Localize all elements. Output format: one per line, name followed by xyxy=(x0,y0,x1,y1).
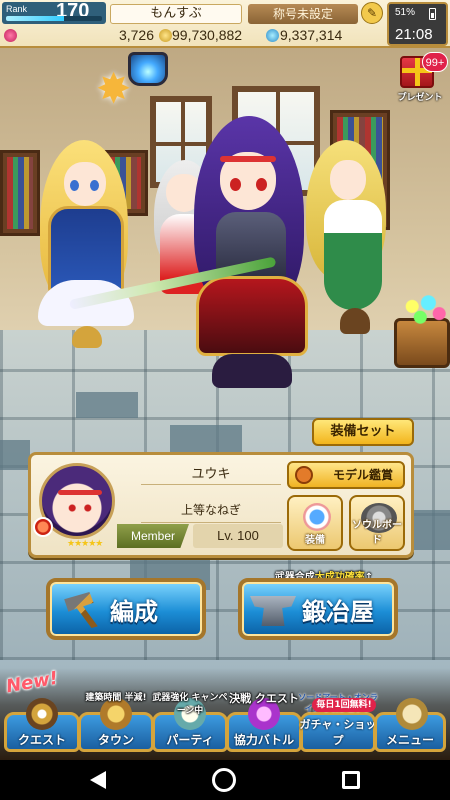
smithy-button[interactable]: 鍛冶屋 xyxy=(238,578,398,640)
system-nav-bar xyxy=(0,760,450,800)
rank-label: Rank xyxy=(6,4,28,14)
weapons-icon xyxy=(64,592,98,628)
equip-button[interactable]: 装備 xyxy=(287,495,343,551)
rank-exp-bar xyxy=(6,16,102,21)
nav-quest-label: クエスト xyxy=(17,733,66,747)
nav-coop-label: 協力バトル xyxy=(233,733,295,747)
rank-exp-fill xyxy=(6,16,64,21)
portrait-eyes xyxy=(67,504,93,512)
eye xyxy=(256,178,267,191)
smithy-label: 鍛冶屋 xyxy=(302,598,374,626)
model-view-button[interactable]: モデル鑑賞 xyxy=(287,461,405,489)
eye xyxy=(90,180,99,191)
nav-coop-battle[interactable]: 決戦 クエスト 協力バトル xyxy=(222,690,306,756)
nav-party[interactable]: 武器強化 キャンペーン中 パーティ xyxy=(148,690,232,756)
member-tag: Member xyxy=(117,524,189,548)
character-level: Lv. 100 xyxy=(193,524,283,548)
present-button[interactable]: 99+ プレゼント xyxy=(392,52,448,104)
character-name: ユウキ xyxy=(191,467,231,482)
back-icon[interactable] xyxy=(90,771,106,789)
party-campaign-tag: 武器強化 キャンペーン中 xyxy=(152,693,228,716)
quest-sword-icon xyxy=(26,698,58,730)
soulboard-label: ソウルボード xyxy=(352,520,402,546)
dress xyxy=(324,200,382,310)
player-title[interactable]: 称号未設定 xyxy=(248,4,358,24)
character-yuuki[interactable] xyxy=(176,116,326,398)
rarity-stars: ★★★★★ xyxy=(67,539,103,549)
boots xyxy=(340,308,370,334)
battery-icon xyxy=(429,8,436,20)
model-icon xyxy=(295,466,313,484)
coin-count: 99,730,882 xyxy=(172,27,243,43)
crystal-count: 9,337,314 xyxy=(280,27,343,43)
floor-tile xyxy=(170,425,242,455)
gem-icon xyxy=(4,29,17,42)
portrait-headband xyxy=(58,490,102,495)
character-title: 上等なねぎ xyxy=(180,503,241,517)
element-fire-icon xyxy=(33,517,53,537)
soulboard-button[interactable]: ソウルボード xyxy=(349,495,405,551)
daily-free-badge: 毎日1回無料! xyxy=(312,698,376,712)
star-ornament-icon: ✸ xyxy=(96,64,132,113)
eye xyxy=(230,178,241,191)
divider xyxy=(141,484,281,485)
floor-tile xyxy=(0,440,30,470)
recent-apps-icon[interactable] xyxy=(342,771,360,789)
floor-tile xyxy=(76,392,138,418)
nav-menu-label: メニュー xyxy=(385,733,434,747)
formation-button[interactable]: 編成 xyxy=(46,578,206,640)
currency-row: 3,726 99,730,882 9,337,314 xyxy=(2,26,385,45)
menu-scroll-icon xyxy=(396,698,428,730)
boots xyxy=(72,326,102,348)
character-alice[interactable] xyxy=(28,140,148,360)
home-icon[interactable] xyxy=(212,768,236,792)
face xyxy=(330,160,366,200)
formation-label: 編成 xyxy=(110,598,158,626)
character-panel: ★★★★★ ユウキ 上等なねぎ Member Lv. 100 モデル鑑賞 装備 … xyxy=(28,452,414,558)
crystal-icon xyxy=(266,29,279,42)
coin-icon xyxy=(159,29,172,42)
device-status: 51% 21:08 xyxy=(387,2,448,46)
gems-pile-icon xyxy=(396,292,450,328)
model-view-label: モデル鑑賞 xyxy=(332,468,393,482)
bottom-nav: クエスト 建築時間 半減! タウン 武器強化 キャンペーン中 パーティ 決戦 ク… xyxy=(0,668,450,760)
rank-box[interactable]: Rank 170 xyxy=(2,0,106,24)
gem-count: 3,726 xyxy=(118,27,154,43)
pencil-icon: ✎ xyxy=(366,6,378,20)
nav-menu[interactable]: メニュー xyxy=(370,690,450,756)
coop-quest-tag: 決戦 クエスト xyxy=(229,692,299,705)
nav-party-label: パーティ xyxy=(166,733,214,747)
battery-level: 51% xyxy=(395,7,416,18)
nav-gacha-label: ガチャ・ショップ xyxy=(299,718,377,747)
nav-quest[interactable]: クエスト xyxy=(0,690,84,756)
equip-wing-icon xyxy=(303,503,331,531)
skirt xyxy=(196,276,308,356)
nav-town-label: タウン xyxy=(97,733,134,747)
nav-town[interactable]: 建築時間 半減! タウン xyxy=(74,690,158,756)
present-count-badge: 99+ xyxy=(422,52,448,72)
status-bar: Rank 170 もんすぶ 称号未設定 ✎ 51% 21:08 3,726 99… xyxy=(0,0,450,48)
home-scene: ✸ xyxy=(0,0,450,760)
anvil-icon xyxy=(250,596,296,626)
present-label: プレゼント xyxy=(397,93,443,103)
clock: 21:08 xyxy=(395,26,433,43)
edit-profile-button[interactable]: ✎ xyxy=(361,2,383,24)
equipment-set-button[interactable]: 装備セット xyxy=(312,418,414,446)
town-campaign-tag: 建築時間 半減! xyxy=(85,693,147,703)
headband xyxy=(220,156,276,162)
boots xyxy=(212,354,292,388)
eye xyxy=(70,180,79,191)
divider xyxy=(141,522,281,523)
hanging-lamp-icon xyxy=(128,52,168,86)
equip-label: 装備 xyxy=(305,535,325,546)
player-name[interactable]: もんすぶ xyxy=(110,4,242,24)
